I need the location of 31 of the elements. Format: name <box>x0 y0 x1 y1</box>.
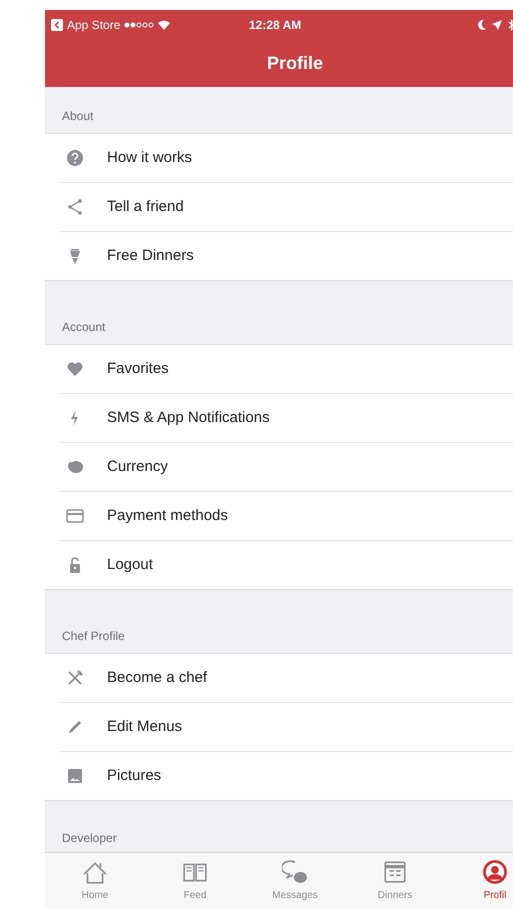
chat-bubbles-icon <box>282 859 308 885</box>
question-icon <box>65 148 85 168</box>
menu-item[interactable]: Tell a friend <box>45 183 513 231</box>
wifi-icon <box>158 20 170 30</box>
menu-item[interactable]: Free Dinners <box>45 232 513 280</box>
menu-item[interactable]: Payment methods <box>45 492 513 540</box>
profile-icon <box>482 859 508 885</box>
section-header: Chef Profile <box>62 628 125 645</box>
bluetooth-icon <box>508 19 513 31</box>
share-icon <box>65 197 85 217</box>
status-time: 12:28 AM <box>249 17 302 34</box>
menu-item[interactable]: Become a chef <box>45 654 513 702</box>
back-app-icon[interactable] <box>51 19 63 31</box>
calendar-icon <box>382 859 408 885</box>
menu-item[interactable]: Currency <box>45 443 513 491</box>
signal-icon <box>124 22 154 28</box>
image-icon <box>65 766 85 786</box>
menu-item[interactable]: Pictures <box>45 752 513 800</box>
menu-item[interactable]: SMS & App Notifications <box>45 394 513 442</box>
section-header: Developer <box>62 830 117 847</box>
tab[interactable]: Profil <box>445 853 513 909</box>
location-icon <box>492 20 502 30</box>
moon-icon <box>478 20 486 30</box>
section-header: About <box>62 108 94 125</box>
section-header: Account <box>62 319 106 336</box>
menu-item[interactable]: Logout <box>45 541 513 589</box>
menu-item[interactable]: How it works <box>45 134 513 182</box>
menu-item[interactable]: Favorites <box>45 345 513 393</box>
nav-title: Profile <box>266 52 323 75</box>
carrier-text[interactable]: App Store <box>67 16 120 34</box>
menu-item[interactable]: Edit Menus <box>45 703 513 751</box>
